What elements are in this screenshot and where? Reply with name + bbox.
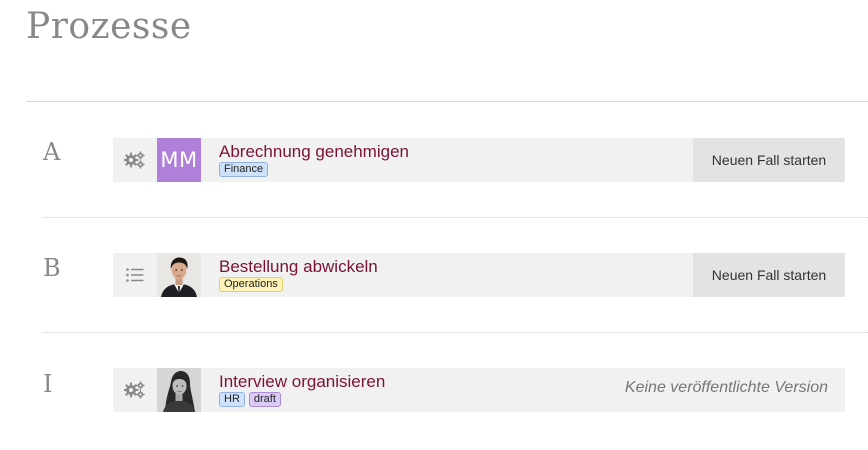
list-icon[interactable] — [113, 253, 157, 297]
avatar — [157, 253, 201, 297]
tag-list: Operations — [219, 277, 283, 292]
title-divider — [26, 101, 868, 102]
man-portrait-photo — [157, 253, 201, 297]
tag-list: HR draft — [219, 392, 281, 407]
tag-badge: Finance — [219, 162, 269, 177]
group-letter: B — [43, 254, 61, 282]
gears-icon[interactable] — [113, 368, 157, 412]
process-row: Bestellung abwickeln Operations Neuen Fa… — [113, 253, 845, 297]
tag-list: Finance — [219, 162, 269, 177]
process-row: MM Abrechnung genehmigen Finance Neuen F… — [113, 138, 845, 182]
start-case-button[interactable]: Neuen Fall starten — [693, 138, 845, 182]
page-title: Prozesse — [26, 6, 192, 47]
group-letter: I — [43, 370, 53, 398]
tag-badge: HR — [219, 392, 245, 407]
gears-icon[interactable] — [113, 138, 157, 182]
group-divider — [43, 332, 868, 333]
group-letter: A — [43, 138, 61, 166]
process-name-link[interactable]: Abrechnung genehmigen — [219, 142, 409, 162]
start-case-button[interactable]: Neuen Fall starten — [693, 253, 845, 297]
process-row: Interview organisieren HR draft Keine ve… — [113, 368, 845, 412]
avatar — [157, 368, 201, 412]
avatar: MM — [157, 138, 201, 182]
woman-portrait-photo — [157, 368, 201, 412]
process-name-link[interactable]: Interview organisieren — [219, 372, 385, 392]
process-name-link[interactable]: Bestellung abwickeln — [219, 257, 378, 277]
group-divider — [43, 217, 868, 218]
tag-badge: draft — [248, 392, 281, 407]
tag-badge: Operations — [219, 277, 283, 292]
avatar-initials: MM — [157, 138, 201, 182]
no-published-version-text: Keine veröffentlichte Version — [624, 379, 828, 396]
